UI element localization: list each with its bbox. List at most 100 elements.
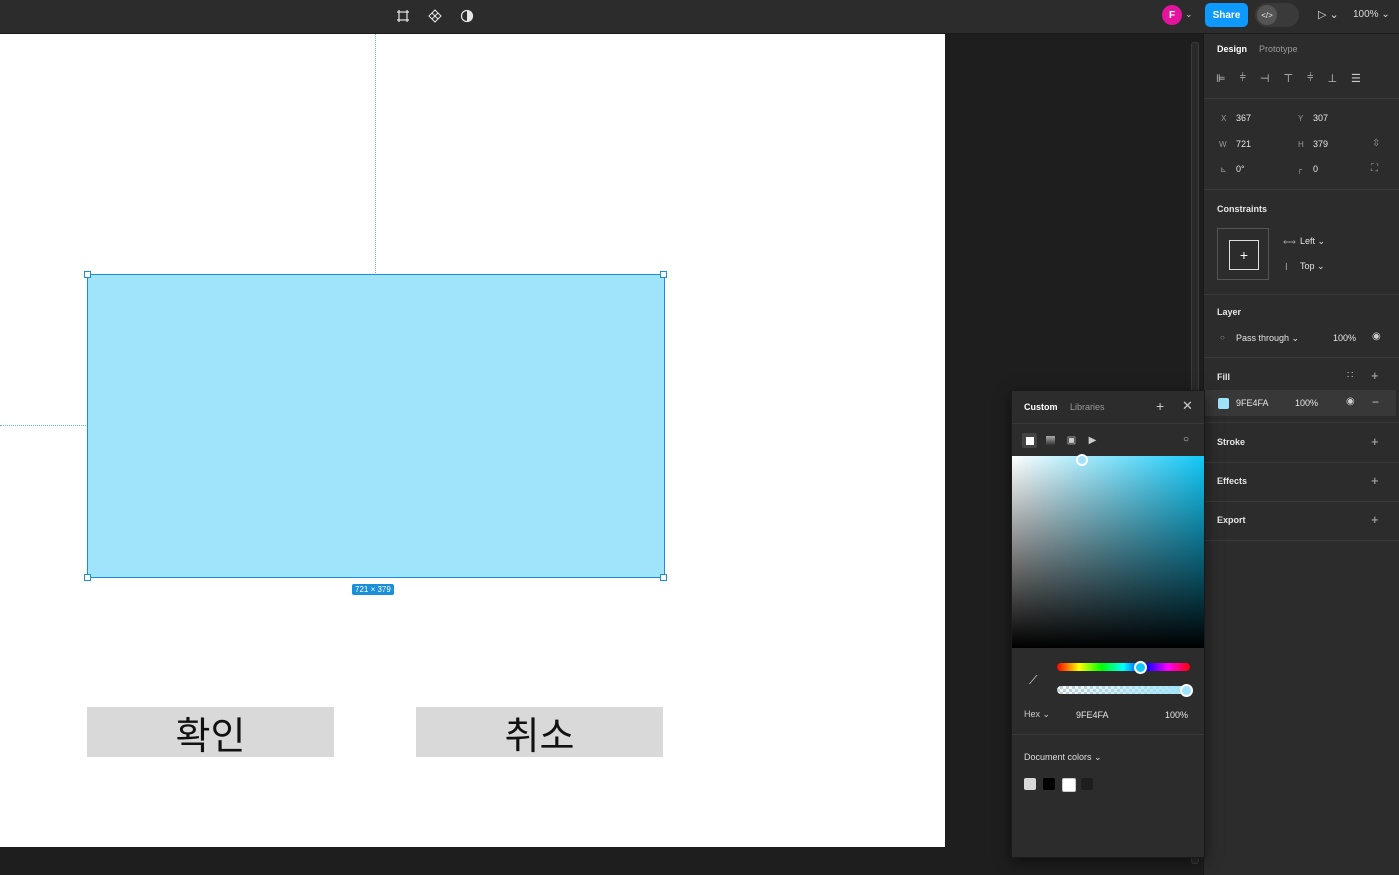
share-button[interactable]: Share: [1205, 3, 1248, 27]
hue-slider-thumb[interactable]: [1134, 661, 1148, 674]
divider: [1204, 422, 1399, 423]
remove-fill-icon[interactable]: −: [1372, 395, 1379, 409]
frame-tool-icon[interactable]: [394, 7, 412, 25]
selection-size-label: 721 × 379: [352, 584, 394, 595]
image-paint-icon[interactable]: ▣: [1064, 433, 1079, 448]
w-label: W: [1219, 140, 1227, 149]
gradient-paint-icon[interactable]: [1043, 433, 1058, 448]
document-color-swatch[interactable]: [1062, 778, 1076, 792]
constraints-title: Constraints: [1217, 204, 1268, 214]
align-center-h-icon[interactable]: ⫩: [1240, 72, 1246, 85]
height-field[interactable]: 379: [1313, 139, 1328, 149]
solid-paint-icon[interactable]: [1022, 433, 1037, 448]
y-field[interactable]: 307: [1313, 113, 1328, 123]
add-stroke-icon[interactable]: +: [1371, 434, 1379, 449]
paint-type-selector: ▣ ▶: [1022, 433, 1100, 448]
fill-title: Fill: [1217, 372, 1230, 382]
add-fill-icon[interactable]: +: [1371, 368, 1379, 383]
cancel-button-layer[interactable]: 취소: [416, 707, 663, 758]
zoom-level[interactable]: 100% ⌄: [1353, 9, 1390, 20]
divider: [1012, 423, 1204, 424]
align-top-icon[interactable]: ⊤: [1284, 72, 1294, 85]
contrast-mode-icon[interactable]: [458, 7, 476, 25]
document-colors-select[interactable]: Document colors ⌄: [1024, 752, 1102, 763]
confirm-button-layer[interactable]: 확인: [87, 707, 334, 758]
x-field[interactable]: 367: [1236, 113, 1251, 123]
saturation-value-area[interactable]: [1012, 456, 1204, 648]
independent-corners-icon[interactable]: ⛶: [1371, 163, 1378, 174]
measure-guide-vertical: [375, 34, 376, 273]
close-icon[interactable]: ✕: [1182, 398, 1193, 414]
constraint-plus-icon: +: [1229, 240, 1259, 270]
align-center-v-icon[interactable]: ⫩: [1307, 72, 1313, 85]
style-grid-icon[interactable]: ∷: [1347, 370, 1353, 381]
effects-title: Effects: [1217, 476, 1248, 486]
dev-mode-toggle[interactable]: </>: [1255, 3, 1299, 27]
constrain-proportions-icon[interactable]: ⇳: [1372, 138, 1380, 149]
sv-picker-thumb[interactable]: [1076, 454, 1088, 466]
user-avatar[interactable]: F: [1162, 5, 1182, 25]
hue-slider[interactable]: [1057, 663, 1190, 671]
document-color-swatch[interactable]: [1081, 778, 1093, 790]
measure-guide-horizontal: [0, 425, 86, 426]
fill-eye-icon[interactable]: ◉: [1346, 396, 1355, 407]
distribute-icon[interactable]: ☰: [1351, 72, 1361, 85]
document-color-swatch[interactable]: [1024, 778, 1036, 790]
resize-handle-bottom-right[interactable]: [660, 574, 667, 581]
hex-input[interactable]: 9FE4FA: [1076, 710, 1109, 720]
opacity-input[interactable]: 100%: [1165, 710, 1188, 720]
align-left-icon[interactable]: ⊫: [1216, 72, 1226, 85]
constraint-v-value: Top: [1300, 261, 1315, 271]
vertical-constraint-icon: I: [1285, 262, 1288, 273]
video-paint-icon[interactable]: ▶: [1085, 433, 1100, 448]
width-field[interactable]: 721: [1236, 139, 1251, 149]
blend-mode-drop-icon[interactable]: ○: [1183, 434, 1189, 445]
divider: [1204, 540, 1399, 541]
eye-icon[interactable]: ◉: [1372, 331, 1381, 342]
constraint-horizontal-select[interactable]: Left ⌄: [1300, 236, 1325, 247]
h-label: H: [1298, 140, 1304, 149]
rotation-field[interactable]: 0°: [1236, 164, 1245, 174]
divider: [1204, 98, 1399, 99]
top-toolbar: F ⌄ Share </> ▷ ⌄ 100% ⌄: [0, 0, 1399, 34]
fill-color-swatch[interactable]: [1218, 398, 1229, 409]
present-play-icon[interactable]: ▷ ⌄: [1318, 8, 1339, 21]
zoom-value: 100%: [1353, 9, 1379, 20]
x-label: X: [1221, 114, 1227, 123]
tab-custom[interactable]: Custom: [1024, 402, 1058, 412]
resize-handle-bottom-left[interactable]: [84, 574, 91, 581]
fill-opacity-field[interactable]: 100%: [1295, 398, 1318, 408]
resize-handle-top-right[interactable]: [660, 271, 667, 278]
add-effect-icon[interactable]: +: [1371, 473, 1379, 488]
export-title: Export: [1217, 515, 1246, 525]
tab-libraries[interactable]: Libraries: [1070, 402, 1105, 412]
layer-opacity-field[interactable]: 100%: [1333, 333, 1356, 343]
align-right-icon[interactable]: ⊣: [1260, 72, 1270, 85]
align-bottom-icon[interactable]: ⊥: [1327, 72, 1337, 85]
code-icon: </>: [1257, 5, 1277, 25]
color-format-select[interactable]: Hex ⌄: [1024, 709, 1050, 720]
divider: [1204, 294, 1399, 295]
document-color-swatch[interactable]: [1043, 778, 1055, 790]
chevron-down-icon[interactable]: ⌄: [1185, 9, 1193, 20]
color-picker-popover: Custom Libraries + ✕ ▣ ▶ ○ ⟋ Hex ⌄ 9FE4F…: [1011, 390, 1205, 858]
corner-radius-field[interactable]: 0: [1313, 164, 1318, 174]
fill-hex-field[interactable]: 9FE4FA: [1236, 398, 1269, 408]
blend-mode-select[interactable]: Pass through ⌄: [1236, 333, 1299, 344]
format-value: Hex: [1024, 709, 1041, 719]
add-style-icon[interactable]: +: [1156, 398, 1164, 414]
blend-mode-value: Pass through: [1236, 333, 1290, 343]
add-export-icon[interactable]: +: [1371, 512, 1379, 527]
alpha-slider[interactable]: [1057, 686, 1190, 694]
component-tool-icon[interactable]: [426, 7, 444, 25]
alpha-slider-thumb[interactable]: [1180, 684, 1193, 697]
constraints-widget[interactable]: +: [1217, 228, 1269, 280]
constraint-vertical-select[interactable]: Top ⌄: [1300, 261, 1325, 272]
divider: [1204, 462, 1399, 463]
tab-prototype[interactable]: Prototype: [1259, 44, 1298, 54]
resize-handle-top-left[interactable]: [84, 271, 91, 278]
corner-radius-icon: ╭: [1297, 165, 1302, 174]
selected-rectangle[interactable]: [87, 274, 665, 578]
eyedropper-icon[interactable]: ⟋: [1029, 673, 1037, 688]
tab-design[interactable]: Design: [1217, 44, 1247, 54]
